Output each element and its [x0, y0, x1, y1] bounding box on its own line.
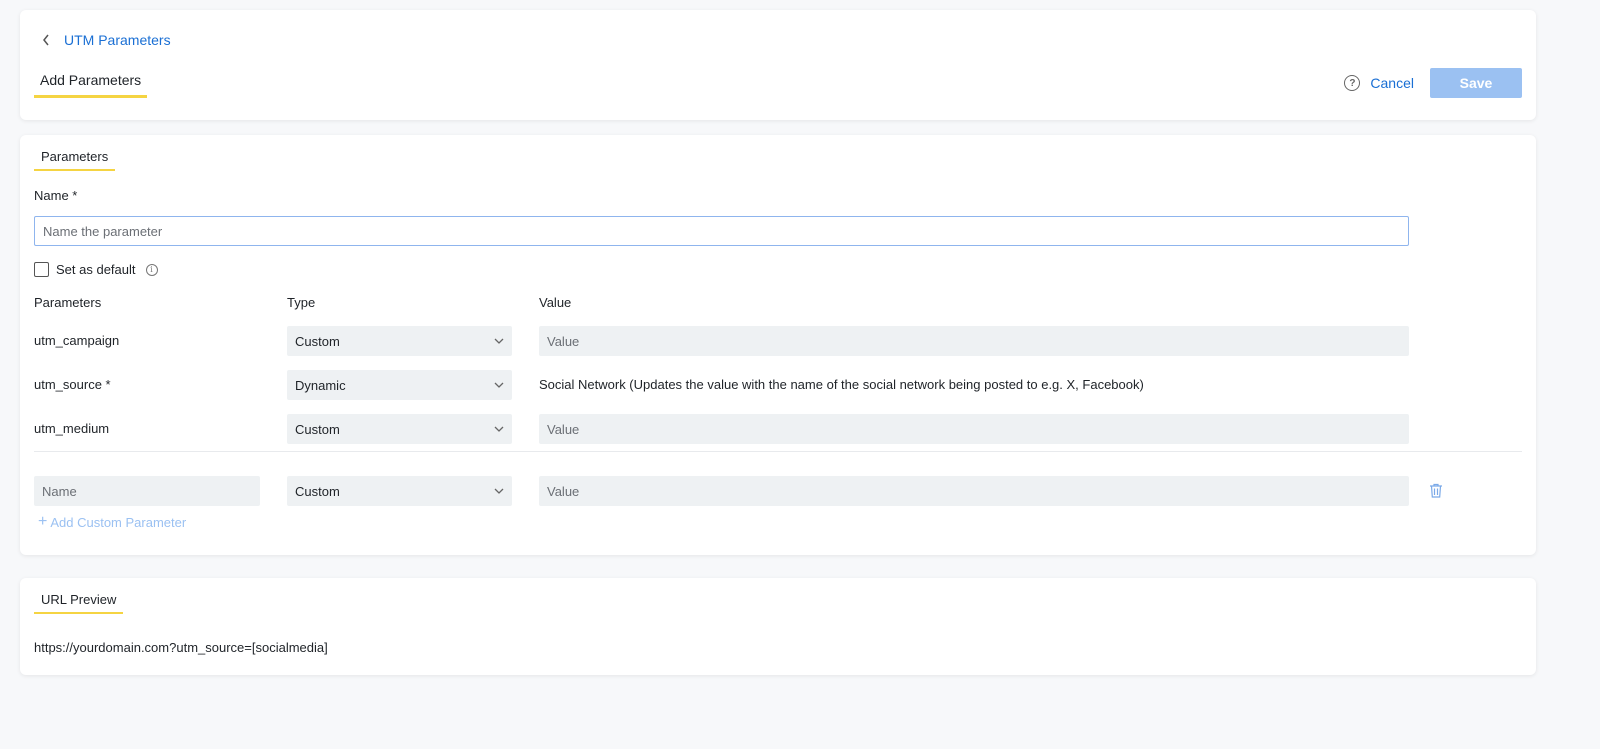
custom-param-name-input[interactable]	[34, 476, 260, 506]
tab-add-parameters[interactable]: Add Parameters	[34, 72, 148, 98]
question-circle-icon[interactable]: ?	[1344, 75, 1361, 91]
add-custom-parameter-label: Add Custom Parameter	[50, 514, 187, 530]
info-icon[interactable]: i	[145, 263, 158, 276]
set-default-checkbox[interactable]	[34, 262, 49, 277]
param-name: utm_medium	[34, 421, 110, 436]
url-preview-title: URL Preview	[34, 592, 124, 614]
column-header-value: Value	[539, 295, 572, 310]
custom-value-input[interactable]	[539, 476, 1409, 506]
name-field-label: Name *	[34, 188, 78, 203]
param-row-utm-source: utm_source * Dynamic Social Network (Upd…	[20, 370, 1536, 400]
back-link[interactable]: UTM Parameters	[42, 32, 171, 48]
parameter-name-input[interactable]	[34, 216, 1409, 246]
chevron-down-icon	[494, 336, 504, 347]
chevron-down-icon	[494, 380, 504, 391]
type-select[interactable]: Custom	[287, 476, 512, 506]
header-actions: ? Cancel Save	[1344, 68, 1522, 98]
column-header-parameters: Parameters	[34, 295, 102, 310]
custom-param-row: Custom	[20, 476, 1536, 506]
header-card: UTM Parameters Add Parameters ? Cancel S…	[20, 10, 1536, 120]
param-name: utm_source *	[34, 377, 111, 392]
save-button[interactable]: Save	[1430, 68, 1522, 98]
type-select-value: Custom	[295, 333, 340, 349]
plus-icon: +	[38, 513, 48, 530]
parameters-card: Parameters Name * Set as default i Param…	[20, 135, 1536, 555]
param-name: utm_campaign	[34, 333, 120, 348]
back-link-label[interactable]: UTM Parameters	[64, 32, 171, 48]
chevron-down-icon	[494, 486, 504, 497]
type-select-value: Custom	[295, 421, 340, 437]
url-preview-card: URL Preview https://yourdomain.com?utm_s…	[20, 578, 1536, 675]
divider	[34, 451, 1522, 452]
type-select-value: Dynamic	[295, 377, 346, 393]
set-default-row: Set as default i	[34, 262, 158, 277]
type-select[interactable]: Custom	[287, 414, 512, 444]
add-custom-parameter-button[interactable]: + Add Custom Parameter	[38, 513, 186, 531]
column-header-type: Type	[287, 295, 316, 310]
parameters-section-title: Parameters	[34, 149, 116, 171]
chevron-down-icon	[494, 424, 504, 435]
type-select[interactable]: Dynamic	[287, 370, 512, 400]
type-select-value: Custom	[295, 483, 340, 499]
set-default-label[interactable]: Set as default	[56, 262, 136, 277]
param-row-utm-medium: utm_medium Custom	[20, 414, 1536, 444]
chevron-left-icon[interactable]	[42, 34, 52, 46]
cancel-button[interactable]: Cancel	[1370, 75, 1414, 91]
value-input[interactable]	[539, 414, 1409, 444]
type-select[interactable]: Custom	[287, 326, 512, 356]
url-preview-text: https://yourdomain.com?utm_source=[socia…	[34, 640, 328, 655]
value-input[interactable]	[539, 326, 1409, 356]
param-row-utm-campaign: utm_campaign Custom	[20, 326, 1536, 356]
dynamic-value-text: Social Network (Updates the value with t…	[539, 377, 1144, 392]
trash-icon[interactable]	[1429, 483, 1445, 499]
